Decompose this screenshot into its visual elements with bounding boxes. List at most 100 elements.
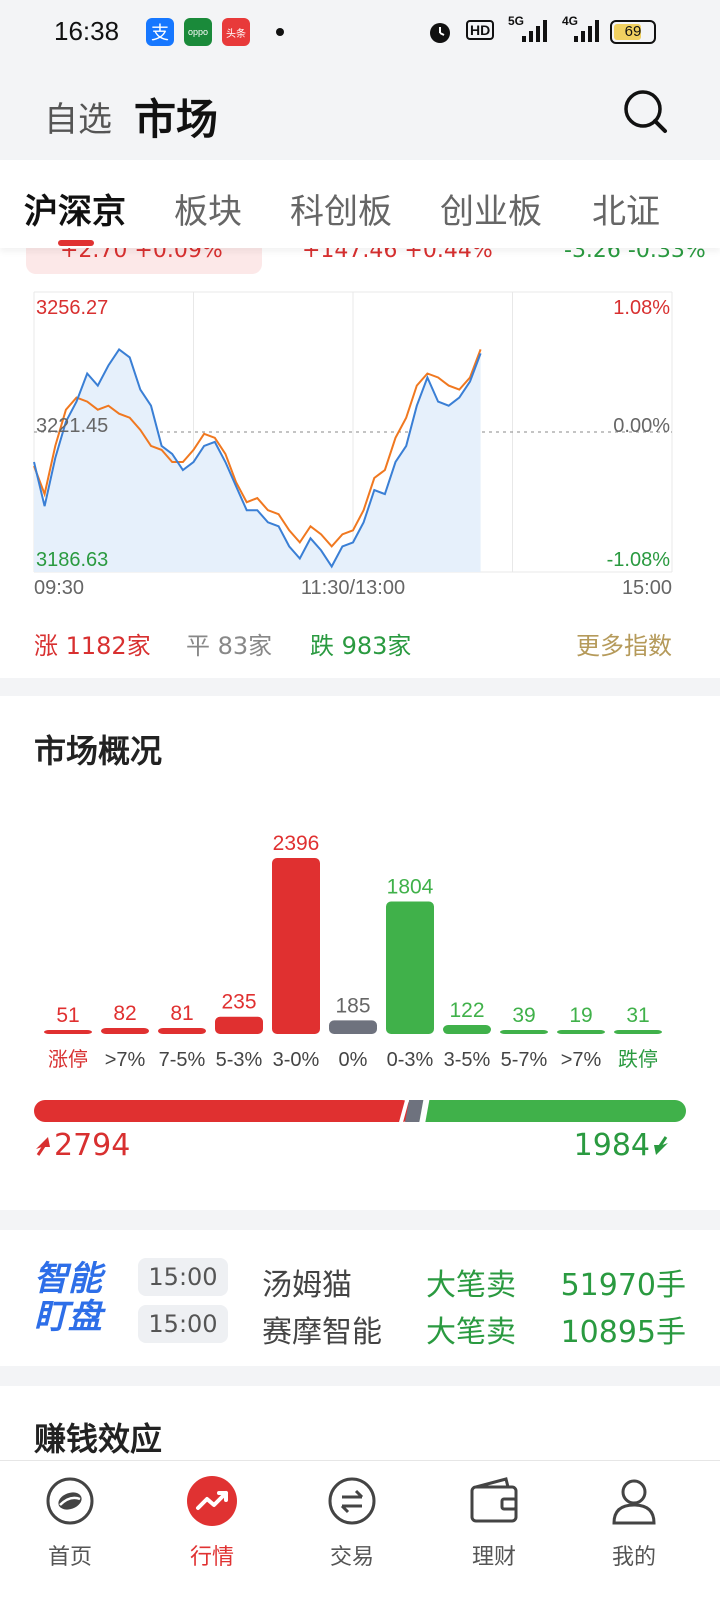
monitor-time: 15:00 [138,1258,228,1296]
index-change-3[interactable]: -3.26 -0.33% [564,248,706,263]
tab-market[interactable]: 市场 [134,86,218,147]
y-right-label-mid: 0.00% [613,415,670,437]
nav-market[interactable]: 行情 [162,1475,262,1571]
distribution-category-label: >7% [561,1049,602,1071]
bottom-nav: 首页 行情 交易 理财 我的 [0,1460,720,1600]
distribution-category-label: 0% [339,1049,368,1071]
smart-monitor-card[interactable]: 智能盯盘 15:00 汤姆猫 大笔卖 51970手 15:00 赛摩智能 大笔卖… [0,1230,720,1366]
distribution-bar [614,1030,662,1034]
distribution-bar [500,1030,548,1034]
notification-dot-icon [276,28,284,36]
market-tabs: 沪深京 板块 科创板 创业板 北证 [0,160,720,248]
distribution-bar [215,1016,263,1034]
home-icon [46,1477,94,1525]
distribution-bar [101,1027,149,1034]
more-indices-link[interactable]: 更多指数 [576,626,672,661]
distribution-value-label: 1804 [387,875,434,898]
monitor-row[interactable]: 15:00 汤姆猫 大笔卖 51970手 [0,1258,720,1303]
breadth-up: 涨 1182家 [34,632,151,660]
distribution-bar [158,1028,206,1034]
breadth-down: 跌 983家 [310,632,412,660]
intraday-chart[interactable]: 3256.27 3221.45 3186.63 1.08% 0.00% -1.08% 09:… [0,288,720,608]
status-bar: 16:38 支 oppo 头条 HD 5G 4G 69 [0,0,720,64]
trade-icon [328,1477,376,1525]
oppo-icon: oppo [184,18,212,46]
distribution-value-label: 235 [221,991,256,1014]
distribution-value-label: 31 [626,1004,649,1027]
y-right-label-bottom: -1.08% [607,549,671,571]
monitor-volume: 10895手 [560,1315,686,1350]
market-overview-title: 市场概况 [34,732,163,770]
toutiao-icon: 头条 [222,18,250,46]
nav-trade[interactable]: 交易 [302,1475,402,1571]
distribution-category-label: 3-5% [444,1049,491,1071]
distribution-value-label: 2396 [273,832,320,855]
signal-4g-icon [574,20,599,42]
y-label-top: 3256.27 [36,297,108,319]
distribution-bar [386,901,434,1034]
monitor-action: 大笔卖 [426,1315,516,1350]
distribution-value-label: 51 [56,1004,79,1027]
fall-total: 1984 [574,1128,670,1163]
monitor-volume: 51970手 [560,1268,686,1303]
distribution-category-label: 跌停 [618,1048,658,1071]
distribution-value-label: 185 [335,994,370,1017]
tab-sector[interactable]: 板块 [174,184,242,233]
profit-effect-title: 赚钱效应 [34,1420,163,1458]
rise-total: 2794 [34,1128,130,1163]
tab-bse[interactable]: 北证 [592,184,660,233]
distribution-value-label: 19 [569,1004,592,1027]
tab-chinext[interactable]: 创业板 [440,184,542,233]
signal-5g-icon [522,20,547,42]
nav-trade-label: 交易 [329,1545,374,1570]
arrow-up-icon [36,1137,50,1156]
index-area [34,349,481,572]
wallet-icon [470,1477,518,1523]
distribution-bar [44,1030,92,1034]
market-overview-card: 市场概况 51 涨停 82 >7% 81 7-5% 235 5-3% 2396 3-0% 185 0%… [0,696,720,1210]
intraday-chart-card: +2.70 +0.09% +147.46 +0.44% -3.26 -0.33%… [0,248,720,678]
fall-total-value: 1984 [573,1128,650,1163]
x-tick-close: 15:00 [622,577,672,599]
tab-watchlist[interactable]: 自选 [44,92,112,141]
index-change-2[interactable]: +147.46 +0.44% [302,248,493,263]
alipay-icon: 支 [146,18,174,46]
ratio-up-segment [34,1100,414,1122]
nav-home[interactable]: 首页 [20,1475,120,1571]
nav-wealth[interactable]: 理财 [444,1475,544,1571]
breadth-flat: 平 83家 [186,632,273,660]
distribution-bar [557,1030,605,1034]
market-trend-icon [187,1476,237,1526]
monitor-action: 大笔卖 [426,1268,516,1303]
nav-home-label: 首页 [47,1545,92,1570]
distribution-bar [272,858,320,1034]
tab-active-indicator [58,240,94,246]
distribution-category-label: 涨停 [48,1048,88,1071]
x-tick-open: 09:30 [34,577,84,599]
alarm-icon [430,23,450,43]
y-right-label-top: 1.08% [613,297,670,319]
monitor-stock-name: 汤姆猫 [262,1268,352,1303]
distribution-category-label: >7% [105,1049,146,1071]
y-label-mid: 3221.45 [36,415,108,437]
hd-badge: HD [466,20,495,40]
search-icon[interactable] [622,88,668,134]
change-distribution-chart[interactable]: 51 涨停 82 >7% 81 7-5% 235 5-3% 2396 3-0% 185 0% 1804 0… [0,816,720,1076]
distribution-bar [443,1025,491,1034]
tab-star-market[interactable]: 科创板 [290,184,392,233]
index-change-1: +2.70 +0.09% [60,248,223,263]
rise-fall-ratio-bar [34,1100,686,1122]
monitor-row[interactable]: 15:00 赛摩智能 大笔卖 10895手 [0,1305,720,1350]
nav-wealth-label: 理财 [471,1545,516,1570]
tab-hushenjing[interactable]: 沪深京 [24,184,126,233]
distribution-category-label: 5-3% [216,1049,263,1071]
distribution-value-label: 81 [170,1002,193,1025]
distribution-bar [329,1020,377,1034]
nav-mine[interactable]: 我的 [584,1475,684,1571]
distribution-category-label: 7-5% [159,1049,206,1071]
profile-icon [612,1479,656,1525]
distribution-category-label: 5-7% [501,1049,548,1071]
distribution-value-label: 82 [113,1002,136,1025]
y-label-bottom: 3186.63 [36,549,108,571]
distribution-category-label: 3-0% [273,1049,320,1071]
